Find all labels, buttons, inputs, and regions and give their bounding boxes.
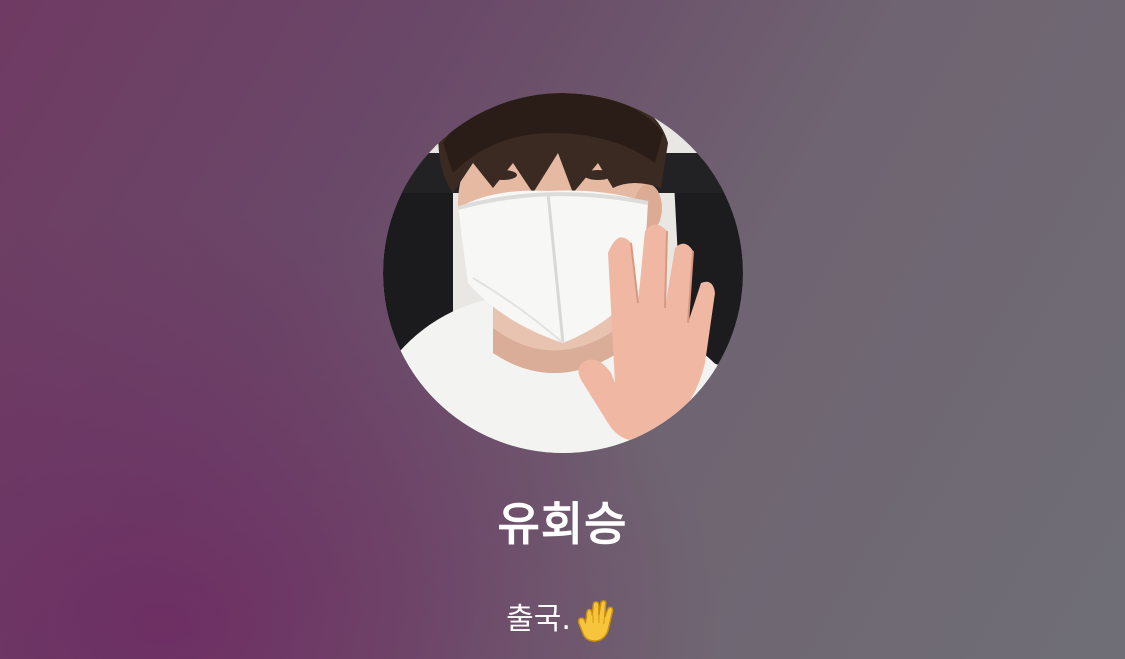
raised-hand-icon (573, 598, 619, 644)
profile-name: 유회승 (497, 497, 628, 551)
profile-photo-image (383, 93, 743, 453)
status-message-text: 출국. (506, 602, 571, 637)
profile-photo[interactable] (383, 93, 743, 453)
profile-view: 유회승 출국. (0, 0, 1125, 659)
status-message[interactable]: 출국. (0, 595, 1125, 645)
